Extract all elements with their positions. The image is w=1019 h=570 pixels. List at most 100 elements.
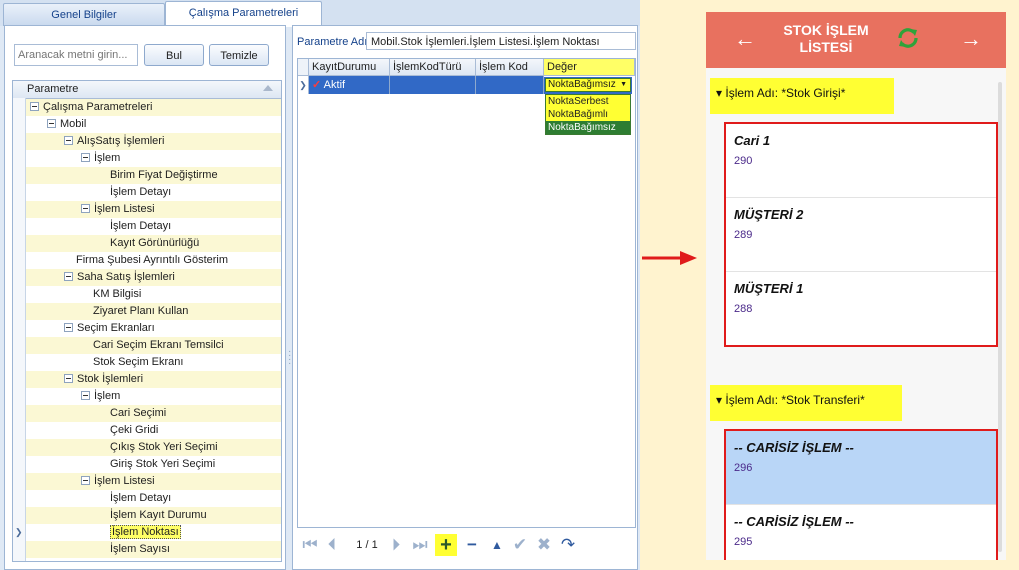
tree-row[interactable]: Ziyaret Planı Kullan (26, 303, 281, 320)
tree-row-label: Çıkış Stok Yeri Seçimi (110, 441, 218, 453)
group-header[interactable]: ▾ İşlem Adı: *Stok Transferi* (710, 385, 902, 421)
mobile-title: STOK İŞLEM LİSTESİ (783, 22, 869, 55)
collapse-icon[interactable] (64, 272, 73, 281)
item-name: -- CARİSİZ İŞLEM -- (734, 440, 854, 455)
tree-row[interactable]: İşlem Kayıt Durumu (26, 507, 281, 524)
list-item[interactable]: Cari 1 290 (726, 124, 996, 198)
tree-row[interactable]: İşlem (26, 150, 281, 167)
save-record-icon[interactable]: ✔ (509, 534, 531, 556)
tree-row[interactable]: İşlem Sayısı (26, 541, 281, 558)
tree-row[interactable]: İşlem Listesi (26, 473, 281, 490)
tree-row-label: İşlem Detayı (110, 492, 172, 504)
edit-record-icon[interactable]: ▲ (487, 534, 507, 556)
tree-row[interactable]: Çalışma Parametreleri (26, 99, 281, 116)
collapse-icon[interactable] (81, 153, 90, 162)
cell-islem-kod-turu[interactable] (390, 76, 476, 94)
tree-row[interactable]: Cari Seçimi (26, 405, 281, 422)
tree-row-label: İşlem Listesi (94, 203, 155, 215)
search-input[interactable] (14, 44, 138, 66)
sort-ascending-icon (263, 85, 273, 91)
tree-row[interactable]: Firma Şubesi Ayrıntılı Gösterim (26, 252, 281, 269)
tree-row[interactable]: İşlem Noktası (26, 524, 281, 541)
list-item[interactable]: -- CARİSİZ İŞLEM -- 296 (726, 431, 996, 505)
clear-button[interactable]: Temizle (209, 44, 269, 66)
previous-page-icon[interactable]: ⏴ (323, 534, 341, 556)
collapse-icon[interactable] (30, 102, 39, 111)
tree-row[interactable]: AlışSatış İşlemleri (26, 133, 281, 150)
collapse-icon[interactable] (64, 374, 73, 383)
refresh-icon[interactable] (896, 26, 920, 50)
tree-row-label: KM Bilgisi (93, 288, 142, 300)
tree-row-label: Mobil (60, 118, 87, 130)
tree-row-label: Stok Seçim Ekranı (93, 356, 184, 368)
forward-arrow-icon[interactable]: → (960, 28, 982, 50)
list-item[interactable]: MÜŞTERİ 2 289 (726, 198, 996, 272)
tree-row[interactable]: KM Bilgisi (26, 286, 281, 303)
list-item[interactable]: -- CARİSİZ İŞLEM -- 295 (726, 505, 996, 560)
tree-row-label: İşlem (94, 152, 121, 164)
collapse-icon[interactable] (64, 136, 73, 145)
item-code: 295 (734, 536, 753, 548)
collapse-icon[interactable] (47, 119, 56, 128)
tree-row[interactable]: Giriş Stok Yeri Seçimi (26, 456, 281, 473)
cell-kayit-durumu[interactable]: ✓ Aktif (309, 76, 390, 94)
tree-row-label: Birim Fiyat Değiştirme (110, 169, 218, 181)
tree-header[interactable]: Parametre (13, 81, 281, 99)
item-name: MÜŞTERİ 1 (734, 281, 804, 296)
tree-row[interactable]: İşlem Listesi (26, 201, 281, 218)
tree-row[interactable]: Çıkış Stok Yeri Seçimi (26, 439, 281, 456)
tree-row[interactable]: Seçim Ekranları (26, 320, 281, 337)
scrollbar[interactable] (998, 82, 1002, 552)
tree-row[interactable]: İşlem Detayı (26, 490, 281, 507)
tab-calisma-parametreleri[interactable]: Çalışma Parametreleri (165, 1, 322, 27)
cell-islem-kod[interactable] (476, 76, 544, 94)
tree-row[interactable]: Çeki Gridi (26, 422, 281, 439)
delete-record-icon[interactable]: − (461, 534, 483, 556)
tree-row-label: Ziyaret Planı Kullan (93, 305, 189, 317)
tree-row-label: İşlem Sayısı (110, 543, 170, 555)
tree-row[interactable]: İşlem Detayı (26, 184, 281, 201)
tree-row[interactable]: İşlem (26, 388, 281, 405)
next-page-icon[interactable]: ⏵ (387, 534, 405, 556)
tree-row[interactable]: Stok Seçim Ekranı (26, 354, 281, 371)
tree-row-label: Giriş Stok Yeri Seçimi (110, 458, 216, 470)
tree-row[interactable]: Cari Seçim Ekranı Temsilci (26, 337, 281, 354)
last-page-icon[interactable]: ⏭ (409, 534, 431, 556)
tree-row-label: Kayıt Görünürlüğü (110, 237, 200, 249)
list-item[interactable]: MÜŞTERİ 1 288 (726, 272, 996, 345)
column-islem-kod[interactable]: İşlem Kod (476, 59, 544, 76)
splitter-handle[interactable]: · · · · (288, 347, 291, 369)
arrow-right-icon (642, 251, 697, 265)
dropdown-option[interactable]: NoktaBağımlı (546, 108, 630, 121)
tab-bar: Genel Bilgiler Çalışma Parametreleri (0, 0, 640, 27)
tree-row[interactable]: Saha Satış İşlemleri (26, 269, 281, 286)
back-arrow-icon[interactable]: ← (734, 28, 756, 50)
parameter-name-field[interactable]: Mobil.Stok İşlemleri.İşlem Listesi.İşlem… (366, 32, 636, 50)
collapse-icon[interactable] (81, 204, 90, 213)
add-record-icon[interactable]: + (435, 534, 457, 556)
collapse-icon[interactable] (81, 391, 90, 400)
tree-row-label: İşlem Detayı (110, 220, 172, 232)
cancel-edit-icon[interactable]: ✖ (533, 534, 555, 556)
dropdown-option[interactable]: NoktaBağımsız (546, 121, 630, 134)
deger-dropdown[interactable]: NoktaBağımsız ▼ (545, 78, 631, 92)
tree-row[interactable]: Birim Fiyat Değiştirme (26, 167, 281, 184)
refresh-icon[interactable]: ↷ (557, 534, 579, 556)
tree-row[interactable]: İşlem Detayı (26, 218, 281, 235)
first-page-icon[interactable]: ⏮ (299, 534, 321, 556)
tree-row-label: Firma Şubesi Ayrıntılı Gösterim (76, 254, 229, 266)
tab-genel-bilgiler[interactable]: Genel Bilgiler (3, 3, 165, 26)
column-deger[interactable]: Değer (544, 59, 635, 76)
tree-row-label: İşlem Kayıt Durumu (110, 509, 207, 521)
chevron-down-icon[interactable]: ▼ (620, 79, 627, 91)
collapse-icon[interactable] (81, 476, 90, 485)
group-header[interactable]: ▾ İşlem Adı: *Stok Girişi* (710, 78, 894, 114)
column-kayit-durumu[interactable]: KayıtDurumu (309, 59, 390, 76)
find-button[interactable]: Bul (144, 44, 204, 66)
column-islem-kod-turu[interactable]: İşlemKodTürü (390, 59, 476, 76)
dropdown-option[interactable]: NoktaSerbest (546, 95, 630, 108)
tree-row[interactable]: Stok İşlemleri (26, 371, 281, 388)
tree-row[interactable]: Kayıt Görünürlüğü (26, 235, 281, 252)
collapse-icon[interactable] (64, 323, 73, 332)
tree-row[interactable]: Mobil (26, 116, 281, 133)
